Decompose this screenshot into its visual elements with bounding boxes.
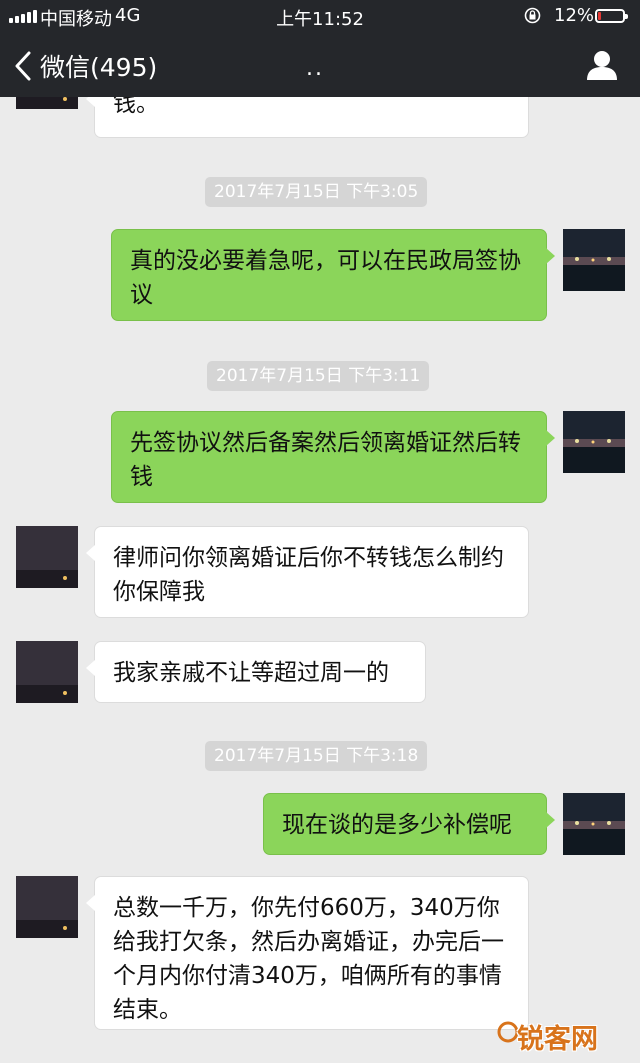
back-label: 微信(495) (40, 53, 158, 82)
chevron-left-icon (15, 51, 31, 81)
watermark-logo-icon (497, 1021, 519, 1043)
message-bubble-received: 我家亲戚不让等超过周一的 (86, 641, 426, 703)
battery-icon (595, 9, 628, 23)
back-button[interactable]: 微信(495) (12, 46, 157, 86)
contact-avatar[interactable] (16, 526, 78, 588)
status-bar: 中国移动 4G 上午11:52 12% (0, 0, 640, 32)
message-bubble-sent: 现在谈的是多少补偿呢 (263, 793, 555, 855)
message-bubble-received: 总数一千万，你先付660万，340万你给我打欠条，然后办离婚证，办完后一个月内你… (86, 876, 529, 1030)
nav-bar: 微信(495) .. (0, 32, 640, 97)
chat-title: .. (306, 56, 324, 81)
person-icon[interactable] (583, 46, 621, 84)
message-timestamp: 2017年7月15日 下午3:11 (207, 361, 430, 391)
contact-avatar[interactable] (16, 876, 78, 938)
battery-percent: 12% (554, 5, 595, 26)
my-avatar[interactable] (563, 411, 625, 473)
rotation-lock-icon (524, 7, 541, 24)
message-bubble-received: 律师问你领离婚证后你不转钱怎么制约你保障我 (86, 526, 529, 618)
message-bubble-sent: 先签协议然后备案然后领离婚证然后转钱 (111, 411, 555, 503)
top-bar: 中国移动 4G 上午11:52 12% 微信(495) .. (0, 0, 640, 97)
message-timestamp: 2017年7月15日 下午3:18 (205, 741, 428, 771)
watermark-text: 锐客网 (517, 1024, 598, 1055)
message-bubble-sent: 真的没必要着急呢，可以在民政局签协议 (111, 229, 555, 321)
status-time: 上午11:52 (276, 9, 364, 30)
my-avatar[interactable] (563, 229, 625, 291)
watermark: 锐客网 (497, 1013, 637, 1059)
message-timestamp: 2017年7月15日 下午3:05 (205, 177, 428, 207)
my-avatar[interactable] (563, 793, 625, 855)
contact-avatar[interactable] (16, 641, 78, 703)
